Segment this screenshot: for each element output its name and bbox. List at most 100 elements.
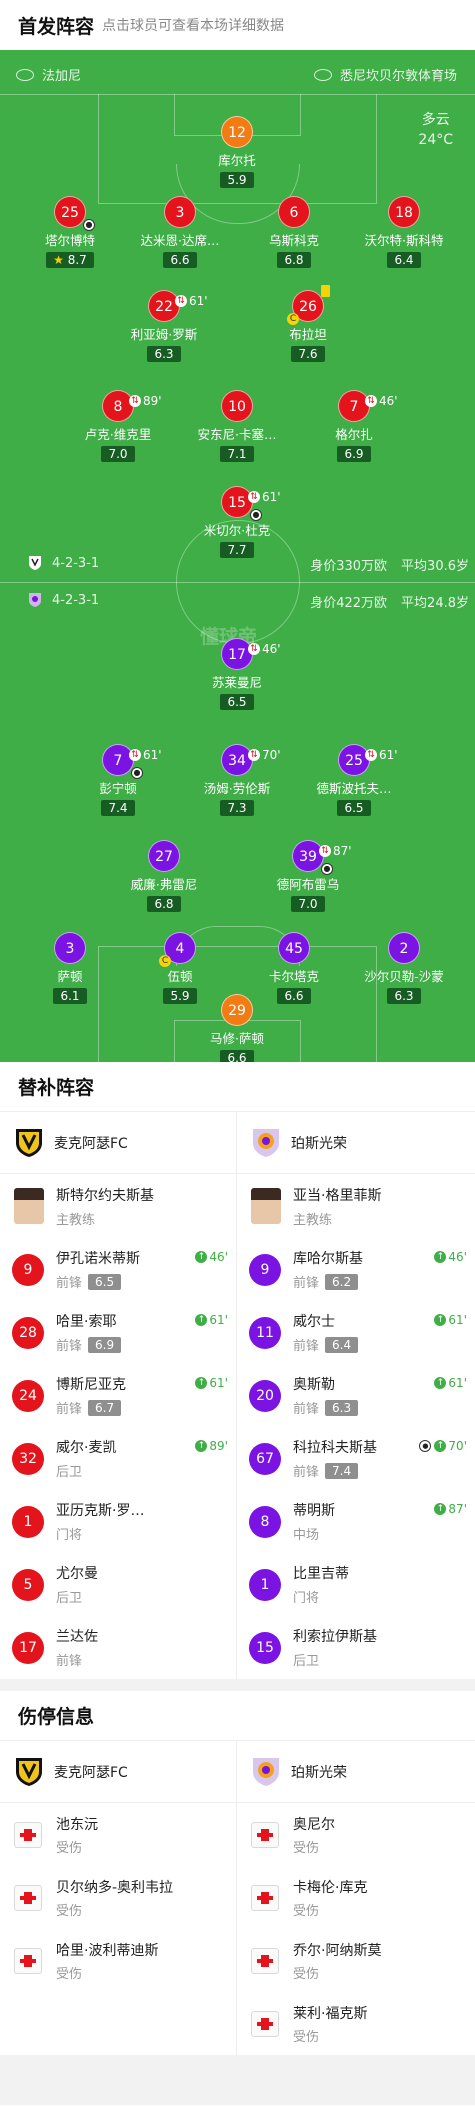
player-name: 德阿布雷乌 bbox=[276, 877, 340, 892]
away-formation-row: 4-2-3-1 bbox=[28, 592, 99, 608]
player-rating: 6.8 bbox=[147, 896, 181, 912]
sub-player-name: 博斯尼亚克 bbox=[56, 1377, 126, 1393]
player-marker[interactable]: 7 ⇅ 61' ● 彭宁顿 7.4 bbox=[63, 744, 173, 816]
home-injury-column: 麦克阿瑟FC 池东沅 受伤 贝尔纳多-奥利韦拉 受伤 哈里·波利蒂迪斯 受伤 bbox=[0, 1741, 237, 2055]
sub-player-row[interactable]: 5 尤尔曼 后卫 bbox=[0, 1553, 236, 1616]
player-rating-value: 6.4 bbox=[394, 253, 414, 267]
player-marker[interactable]: 34 ⇅ 70' 汤姆·劳伦斯 7.3 bbox=[182, 744, 292, 816]
sub-player-row[interactable]: 15 利索拉伊斯基 后卫 bbox=[237, 1616, 475, 1679]
player-marker[interactable]: 39 ⇅ 87' ● 德阿布雷乌 7.0 bbox=[253, 840, 363, 912]
player-marker[interactable]: 3 达米恩·达席… 6.6 bbox=[125, 196, 235, 268]
home-injury-list: 池东沅 受伤 贝尔纳多-奥利韦拉 受伤 哈里·波利蒂迪斯 受伤 bbox=[0, 1803, 236, 1992]
home-team-row-injury[interactable]: 麦克阿瑟FC bbox=[0, 1741, 236, 1803]
player-number: 18 bbox=[388, 196, 420, 228]
sub-player-row[interactable]: 8 蒂明斯 中场 ↑ 87' bbox=[237, 1490, 475, 1553]
sub-player-row[interactable]: 67 科拉科夫斯基 前锋 7.4 ● ↑ 70' bbox=[237, 1427, 475, 1490]
sub-in-icon: ↑ bbox=[195, 1377, 208, 1389]
injury-row[interactable]: 贝尔纳多-奥利韦拉 受伤 bbox=[0, 1866, 236, 1929]
injured-player-name: 哈里·波利蒂迪斯 bbox=[56, 1942, 159, 1959]
player-number: 26 C bbox=[287, 285, 330, 325]
home-coach[interactable]: 斯特尔约夫斯基 主教练 bbox=[0, 1174, 236, 1238]
sub-player-row[interactable]: 11 威尔士 前锋 6.4 ↑ 61' bbox=[237, 1301, 475, 1364]
sub-player-name: 兰达佐 bbox=[56, 1629, 98, 1645]
player-name: 威廉·弗雷尼 bbox=[130, 877, 198, 892]
player-marker[interactable]: 18 沃尔特·斯科特 6.4 bbox=[349, 196, 459, 268]
player-name: 沃尔特·斯科特 bbox=[364, 233, 444, 248]
player-rating-value: 6.3 bbox=[154, 347, 174, 361]
away-team-row-subs[interactable]: 珀斯光荣 bbox=[237, 1112, 475, 1174]
sub-player-row[interactable]: 9 伊孔诺米蒂斯 前锋 6.5 ↑ 46' bbox=[0, 1238, 236, 1301]
sub-in-indicator: ↑ 61' bbox=[434, 1313, 467, 1327]
player-marker[interactable]: 3 萨顿 6.1 bbox=[15, 932, 125, 1004]
sub-player-row[interactable]: 1 比里吉蒂 门将 bbox=[237, 1553, 475, 1616]
sub-in-minute: 70' bbox=[448, 1439, 467, 1453]
sub-player-row[interactable]: 17 兰达佐 前锋 bbox=[0, 1616, 236, 1679]
player-number: 29 bbox=[221, 994, 253, 1026]
player-rating-value: 6.3 bbox=[394, 989, 414, 1003]
sub-player-position: 前锋 bbox=[293, 1402, 320, 1417]
injury-row[interactable]: 哈里·波利蒂迪斯 受伤 bbox=[0, 1929, 236, 1992]
sub-player-row[interactable]: 32 威尔·麦凯 后卫 ↑ 89' bbox=[0, 1427, 236, 1490]
sub-player-row[interactable]: 9 库哈尔斯基 前锋 6.2 ↑ 46' bbox=[237, 1238, 475, 1301]
away-team-row-injury[interactable]: 珀斯光荣 bbox=[237, 1741, 475, 1803]
player-marker[interactable]: 29 马修·萨顿 6.6 bbox=[182, 994, 292, 1062]
player-rating-value: 6.9 bbox=[344, 447, 364, 461]
sub-in-icon: ↑ bbox=[195, 1251, 208, 1263]
sub-player-position: 前锋 bbox=[56, 1276, 83, 1291]
player-rating: 7.0 bbox=[101, 446, 135, 462]
player-number: 8 ⇅ 89' bbox=[102, 390, 162, 422]
player-rating-value: 5.9 bbox=[227, 173, 247, 187]
player-rating-value: 7.1 bbox=[227, 447, 247, 461]
player-marker[interactable]: 10 安东尼·卡塞… 7.1 bbox=[182, 390, 292, 462]
sub-minute: 61' bbox=[189, 294, 208, 308]
player-marker[interactable]: 15 ⇅ 61' ● 米切尔·杜克 7.7 bbox=[182, 486, 292, 558]
injury-row[interactable]: 池东沅 受伤 bbox=[0, 1803, 236, 1866]
player-marker[interactable]: 7 ⇅ 46' 格尔扎 6.9 bbox=[299, 390, 409, 462]
injury-row[interactable]: 奥尼尔 受伤 bbox=[237, 1803, 475, 1866]
player-number: 22 ⇅ 61' bbox=[148, 290, 208, 322]
sub-player-number: 67 bbox=[249, 1442, 281, 1475]
player-marker[interactable]: 25 ⇅ 61' 德斯波托夫… 6.5 bbox=[299, 744, 409, 816]
medical-kit-icon bbox=[14, 1884, 42, 1911]
player-number: 2 bbox=[388, 932, 420, 964]
player-marker[interactable]: 2 沙尔贝勒-沙蒙 6.3 bbox=[349, 932, 459, 1004]
sub-in-minute: 87' bbox=[448, 1502, 467, 1516]
player-marker[interactable]: 17 ⇅ 46' 苏莱曼尼 6.5 bbox=[182, 638, 292, 710]
home-team-name: 麦克阿瑟FC bbox=[54, 1135, 128, 1152]
coach-avatar bbox=[251, 1188, 281, 1224]
player-marker[interactable]: 25 ● 塔尔博特 ★ 8.7 bbox=[15, 196, 125, 268]
player-marker[interactable]: 22 ⇅ 61' 利亚姆·罗斯 6.3 bbox=[109, 290, 219, 362]
sub-in-indicator: ↑ 46' bbox=[195, 1250, 228, 1264]
sub-player-name: 奥斯勒 bbox=[293, 1377, 335, 1393]
player-marker[interactable]: 12 库尔托 5.9 bbox=[182, 116, 292, 188]
sub-player-row[interactable]: 28 哈里·索耶 前锋 6.9 ↑ 61' bbox=[0, 1301, 236, 1364]
player-marker[interactable]: 8 ⇅ 89' 卢克·维克里 7.0 bbox=[63, 390, 173, 462]
player-marker[interactable]: 26 C 布拉坦 7.6 bbox=[253, 285, 363, 362]
injury-row[interactable]: 乔尔·阿纳斯莫 受伤 bbox=[237, 1929, 475, 1992]
player-rating-value: 6.5 bbox=[344, 801, 364, 815]
sub-in-indicator: ↑ 61' bbox=[434, 1376, 467, 1390]
sub-in-minute: 61' bbox=[209, 1376, 228, 1390]
injury-status: 受伤 bbox=[293, 2029, 320, 2045]
sub-player-name: 蒂明斯 bbox=[293, 1503, 335, 1519]
sub-player-row[interactable]: 20 奥斯勒 前锋 6.3 ↑ 61' bbox=[237, 1364, 475, 1427]
player-marker[interactable]: 6 乌斯科克 6.8 bbox=[239, 196, 349, 268]
player-rating: 6.3 bbox=[387, 988, 421, 1004]
sub-player-row[interactable]: 24 博斯尼亚克 前锋 6.7 ↑ 61' bbox=[0, 1364, 236, 1427]
home-value-row: 身价330万欧 平均30.6岁 bbox=[296, 555, 469, 574]
sub-player-row[interactable]: 1 亚历克斯·罗… 门将 bbox=[0, 1490, 236, 1553]
sub-player-number: 20 bbox=[249, 1379, 281, 1412]
player-rating-value: 7.0 bbox=[298, 897, 318, 911]
injury-row[interactable]: 卡梅伦·库克 受伤 bbox=[237, 1866, 475, 1929]
subs-section-title: 替补阵容 bbox=[0, 1062, 475, 1112]
sub-in-indicator: ↑ 87' bbox=[434, 1502, 467, 1516]
home-team-row-subs[interactable]: 麦克阿瑟FC bbox=[0, 1112, 236, 1174]
medical-kit-icon bbox=[14, 1821, 42, 1848]
away-coach[interactable]: 亚当·格里菲斯 主教练 bbox=[237, 1174, 475, 1238]
sub-player-number: 15 bbox=[249, 1631, 281, 1664]
player-number: 17 ⇅ 46' bbox=[221, 638, 281, 670]
player-marker[interactable]: 27 威廉·弗雷尼 6.8 bbox=[109, 840, 219, 912]
goal-ball-icon: ● bbox=[131, 767, 143, 779]
injury-row[interactable]: 莱利·福克斯 受伤 bbox=[237, 1992, 475, 2055]
player-rating-value: 7.0 bbox=[108, 447, 128, 461]
